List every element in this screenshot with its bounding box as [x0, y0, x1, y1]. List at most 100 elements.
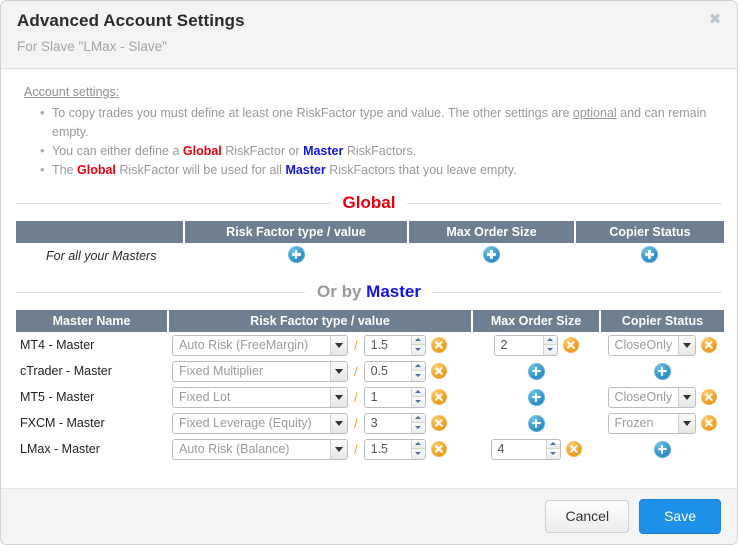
stepper-down-icon[interactable]: [543, 345, 557, 355]
risk-factor-value-stepper[interactable]: 3: [363, 412, 426, 434]
max-order-size-controls: 4: [476, 438, 596, 460]
remove-risk-factor-icon[interactable]: [430, 337, 447, 353]
risk-factor-value-stepper[interactable]: 1: [363, 386, 426, 408]
dialog-body: Account settings: To copy trades you mus…: [1, 69, 737, 488]
copier-status-select[interactable]: CloseOnly: [607, 334, 696, 356]
copier-status-controls: Frozen: [604, 412, 720, 434]
chevron-down-icon[interactable]: [330, 361, 347, 381]
remove-max-order-size-icon[interactable]: [565, 441, 582, 457]
copier-status-controls: CloseOnly: [604, 386, 720, 408]
master-col-copier-status: Copier Status: [600, 310, 724, 332]
chevron-down-icon[interactable]: [677, 387, 695, 407]
master-col-risk-factor: Risk Factor type / value: [168, 310, 473, 332]
max-order-size-controls: [476, 388, 596, 406]
add-max-order-size-icon[interactable]: [527, 388, 545, 406]
stepper-controls[interactable]: [410, 439, 425, 459]
max-order-size-controls: [476, 362, 596, 380]
stepper-down-icon[interactable]: [411, 397, 425, 407]
master-name-cell: cTrader - Master: [20, 364, 112, 378]
stepper-up-icon[interactable]: [411, 361, 425, 371]
global-section-title: Global: [342, 193, 396, 212]
master-table-body: MT4 - Master Auto Risk (FreeMargin) / 1.5 2 C…: [16, 332, 724, 462]
table-row: MT4 - Master Auto Risk (FreeMargin) / 1.5 2 C…: [16, 332, 724, 358]
stepper-down-icon[interactable]: [411, 449, 425, 459]
chevron-down-icon[interactable]: [330, 413, 347, 433]
stepper-down-icon[interactable]: [411, 345, 425, 355]
stepper-down-icon[interactable]: [411, 423, 425, 433]
master-col-max-order-size: Max Order Size: [472, 310, 601, 332]
risk-factor-type-select[interactable]: Auto Risk (FreeMargin): [172, 334, 348, 356]
risk-factor-value-stepper[interactable]: 0.5: [363, 360, 426, 382]
add-global-max-order-size-icon[interactable]: [483, 246, 500, 263]
stepper-controls[interactable]: [410, 413, 425, 433]
risk-factor-cell: Auto Risk (FreeMargin) / 1.5: [168, 332, 472, 358]
stepper-up-icon[interactable]: [411, 387, 425, 397]
risk-factor-type-select-value: Fixed Multiplier: [179, 363, 264, 378]
note-item: You can either define a Global RiskFacto…: [40, 141, 722, 161]
risk-factor-type-select[interactable]: Fixed Multiplier: [172, 360, 348, 382]
copier-status-select-value: CloseOnly: [614, 389, 673, 404]
close-icon[interactable]: ✖: [707, 11, 723, 27]
add-max-order-size-icon[interactable]: [527, 414, 545, 432]
chevron-down-icon[interactable]: [330, 439, 347, 459]
stepper-controls[interactable]: [545, 439, 560, 459]
chevron-down-icon[interactable]: [677, 335, 695, 355]
remove-risk-factor-icon[interactable]: [430, 363, 447, 379]
remove-risk-factor-icon[interactable]: [430, 415, 447, 431]
stepper-up-icon[interactable]: [546, 439, 560, 449]
stepper-down-icon[interactable]: [546, 449, 560, 459]
chevron-down-icon[interactable]: [677, 413, 695, 433]
note-keyword-master: Master: [303, 144, 344, 158]
stepper-controls[interactable]: [542, 335, 557, 355]
stepper-down-icon[interactable]: [411, 371, 425, 381]
add-max-order-size-icon[interactable]: [527, 362, 545, 380]
stepper-up-icon[interactable]: [411, 413, 425, 423]
note-text: To copy trades you must define at least …: [52, 106, 573, 120]
risk-factor-type-select[interactable]: Auto Risk (Balance): [172, 438, 348, 460]
stepper-controls[interactable]: [410, 335, 425, 355]
remove-risk-factor-icon[interactable]: [430, 389, 447, 405]
global-table-header-row: Risk Factor type / value Max Order Size …: [16, 221, 724, 243]
max-order-size-cell: [472, 358, 600, 384]
stepper-up-icon[interactable]: [411, 439, 425, 449]
add-global-risk-factor-icon[interactable]: [287, 246, 305, 263]
max-order-size-stepper[interactable]: 4: [490, 438, 561, 460]
remove-copier-status-icon[interactable]: [700, 389, 717, 405]
remove-max-order-size-icon[interactable]: [562, 337, 579, 353]
risk-factor-type-select[interactable]: Fixed Leverage (Equity): [172, 412, 348, 434]
max-order-size-stepper[interactable]: 2: [493, 334, 558, 356]
chevron-down-icon[interactable]: [330, 387, 347, 407]
risk-factor-value-stepper[interactable]: 1.5: [363, 334, 426, 356]
max-order-size-cell: [472, 384, 600, 410]
add-global-copier-status-icon[interactable]: [641, 246, 658, 263]
divider-line-left-2: [16, 291, 306, 293]
risk-factor-type-select[interactable]: Fixed Lot: [172, 386, 348, 408]
risk-factor-value-stepper-value: 1.5: [370, 441, 389, 456]
max-order-size-cell: 4: [472, 436, 600, 462]
remove-risk-factor-icon[interactable]: [430, 441, 447, 457]
master-table-header-row: Master Name Risk Factor type / value Max…: [16, 310, 724, 332]
stepper-up-icon[interactable]: [411, 335, 425, 345]
add-copier-status-icon[interactable]: [653, 362, 671, 380]
global-row-label: For all your Masters: [46, 249, 157, 263]
risk-factor-cell: Fixed Multiplier / 0.5: [168, 358, 472, 384]
stepper-controls[interactable]: [410, 361, 425, 381]
master-name-cell: FXCM - Master: [20, 416, 105, 430]
risk-factor-type-select-value: Fixed Lot: [179, 389, 231, 404]
copier-status-controls: [604, 362, 720, 380]
stepper-up-icon[interactable]: [543, 335, 557, 345]
copier-status-select[interactable]: CloseOnly: [607, 386, 696, 408]
remove-copier-status-icon[interactable]: [700, 337, 717, 353]
master-name-cell: MT4 - Master: [20, 338, 95, 352]
save-button[interactable]: Save: [639, 499, 721, 534]
stepper-controls[interactable]: [410, 387, 425, 407]
copier-status-select[interactable]: Frozen: [607, 412, 696, 434]
chevron-down-icon[interactable]: [330, 335, 347, 355]
note-keyword-global: Global: [182, 144, 222, 158]
risk-factor-cell: Fixed Lot / 1: [168, 384, 472, 410]
risk-factor-value-stepper[interactable]: 1.5: [363, 438, 426, 460]
cancel-button[interactable]: Cancel: [545, 500, 630, 533]
add-copier-status-icon[interactable]: [653, 440, 671, 458]
note-text: The: [52, 163, 78, 177]
remove-copier-status-icon[interactable]: [700, 415, 717, 431]
